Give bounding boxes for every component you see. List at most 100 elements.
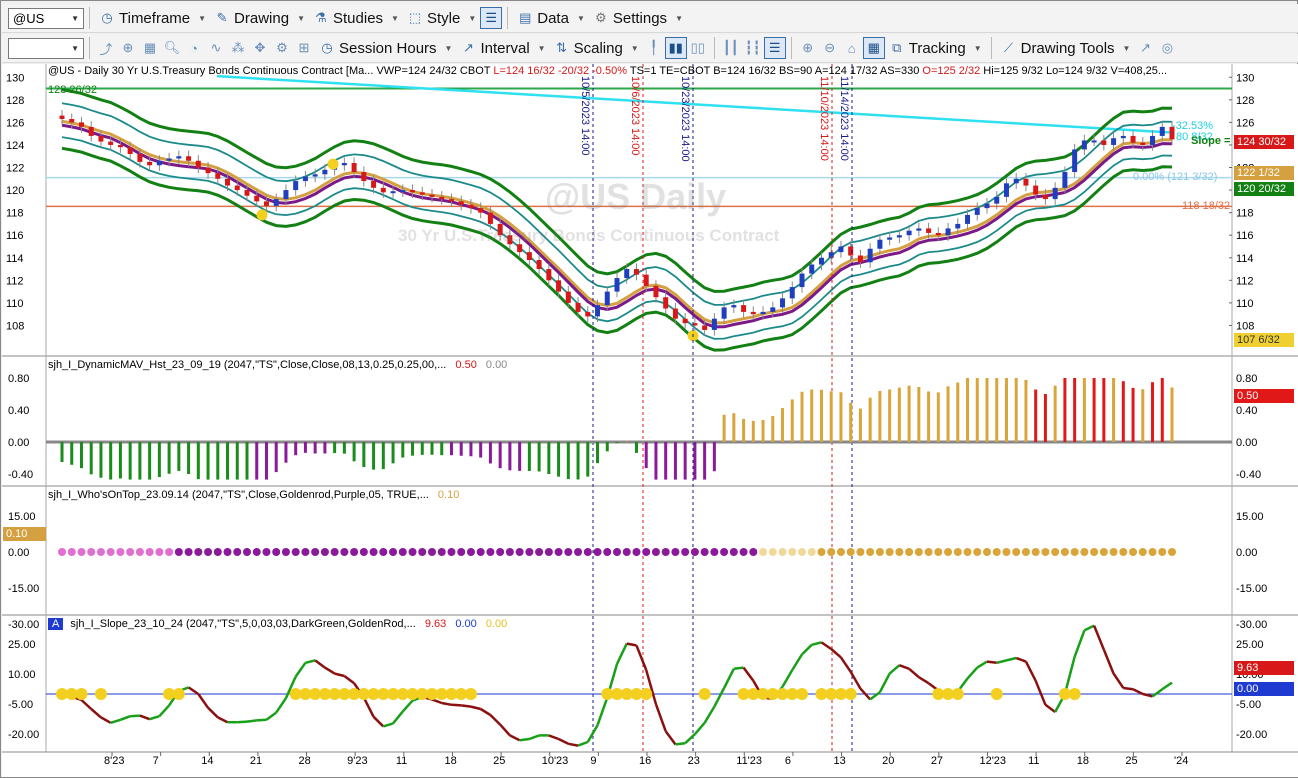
candle-body	[254, 195, 260, 202]
wot-dot	[340, 548, 349, 556]
dmav-tick-right: 0.80	[1236, 373, 1257, 385]
slope-segment	[1083, 624, 1095, 632]
red-level-label: 118 18/32	[1182, 200, 1231, 212]
wot-dot	[350, 548, 359, 556]
candle-body	[371, 181, 377, 188]
home-icon[interactable]: ⌂	[841, 37, 863, 59]
slope-segment	[1151, 688, 1164, 698]
panel-toggle-icon[interactable]: ☰	[763, 37, 786, 59]
wot-dot	[924, 548, 933, 556]
workspace-combo[interactable]: ▼	[8, 37, 84, 59]
candle-body	[770, 307, 776, 312]
slope-segment	[382, 722, 394, 728]
scaling-menu[interactable]: ⇅ Scaling ▼	[550, 36, 643, 60]
hlc-icon[interactable]: ┇┇	[742, 37, 764, 59]
candle-body	[361, 172, 367, 182]
analysis-icon[interactable]: ◎	[1156, 37, 1178, 59]
price-header-part-1: L=124 16/32 -20/32 -0.50%	[490, 65, 627, 77]
studies-label: Studies	[333, 9, 384, 27]
separator	[990, 37, 992, 59]
data-window-icon[interactable]: ▦	[862, 37, 885, 59]
slope-segment	[334, 672, 345, 678]
price-tag-low: 107 6/32	[1234, 333, 1294, 347]
x-tick-label: 14	[201, 755, 213, 767]
wot-dot	[1002, 548, 1011, 556]
slope-segment	[703, 705, 716, 724]
slope-segment	[519, 737, 530, 742]
wot-dot	[1060, 548, 1069, 556]
style-menu[interactable]: ⬚ Style ▼	[403, 6, 480, 30]
timeframe-menu[interactable]: ◷ Timeframe ▼	[95, 6, 210, 30]
wot-dot	[1051, 548, 1060, 556]
price-tag-gold: 122 1/32	[1234, 166, 1294, 180]
grid2-icon[interactable]: ⊞	[293, 37, 315, 59]
candle-body	[322, 169, 328, 175]
tracking-menu[interactable]: ⧉ Tracking ▼	[885, 36, 986, 60]
candle-body	[799, 273, 805, 288]
wot-dot	[690, 548, 699, 556]
candle-body	[575, 302, 581, 312]
x-tick-label: 8'23	[104, 755, 124, 767]
wot-dot	[204, 548, 213, 556]
drawing-tools-menu[interactable]: ⟋ Drawing Tools ▼	[997, 36, 1135, 60]
wot-dot	[96, 548, 105, 556]
slope-segment	[294, 662, 307, 678]
wot-dot	[398, 548, 407, 556]
slope-dot	[698, 688, 711, 700]
slope-segment	[489, 714, 502, 726]
candlestick-icon[interactable]: ▮▮	[664, 37, 687, 59]
chart-area[interactable]: 1301301281281261261241241221221201201181…	[2, 64, 1298, 777]
candle-body	[147, 161, 153, 166]
slope-segment	[401, 699, 414, 713]
price-tick-right: 110	[1236, 298, 1254, 310]
slope-tick-left: -5.00	[8, 699, 33, 711]
drawing-menu[interactable]: ✎ Drawing ▼	[210, 6, 309, 30]
study-badge[interactable]: A	[48, 618, 64, 630]
gauge-icon[interactable]: ◔	[183, 37, 205, 59]
slope-segment	[664, 730, 677, 746]
symbol-combo[interactable]: @US ▼	[8, 7, 84, 29]
style-label: Style	[426, 9, 461, 27]
candle-body	[1042, 194, 1048, 200]
draw-line-icon[interactable]: ∿	[205, 37, 227, 59]
chevron-down-icon: ▼	[1122, 43, 1131, 53]
settings-small-icon[interactable]: ⚙	[271, 37, 293, 59]
wot-dot	[885, 548, 894, 556]
wot-dot	[671, 548, 680, 556]
wot-dot	[1021, 548, 1030, 556]
data-menu[interactable]: ▤ Data ▼	[513, 6, 589, 30]
ohlc-icon[interactable]: ┃┃	[720, 37, 742, 59]
clock-icon: ◷	[101, 10, 113, 25]
studies-menu[interactable]: ⚗ Studies ▼	[309, 6, 403, 30]
wot-dot	[106, 548, 115, 556]
session-hours-menu[interactable]: ◷ Session Hours ▼	[315, 36, 456, 60]
zoom-in-icon[interactable]: ⊕	[797, 37, 819, 59]
wot-dot	[983, 548, 991, 556]
cursor-tool-icon[interactable]: ⤴	[95, 37, 117, 59]
hollow-candle-icon[interactable]: ▯▯	[687, 37, 709, 59]
x-tick-label: 11	[396, 755, 407, 767]
crosshair-tool-icon[interactable]: ⊕	[117, 37, 139, 59]
zoom-tool-icon[interactable]: 🔍︎	[161, 37, 183, 59]
trend-icon[interactable]: ↗	[1134, 37, 1156, 59]
grid-tool-icon[interactable]: ▦	[139, 37, 161, 59]
dmav-value-2: 0.00	[485, 359, 508, 371]
slope-segment	[217, 716, 229, 724]
bezier-icon[interactable]: ⁂	[227, 37, 249, 59]
chart-canvas[interactable]: 1301301281281261261241241221221201201181…	[2, 64, 1298, 777]
candle-body	[741, 305, 747, 312]
move-icon[interactable]: ✥	[249, 37, 271, 59]
bar-chart-icon[interactable]: ╿	[643, 37, 665, 59]
slope-segment	[441, 701, 452, 707]
wot-dot	[992, 548, 1001, 556]
slope-segment	[130, 714, 140, 718]
wot-dot	[1158, 548, 1167, 556]
layout-toggle-button[interactable]: ☰	[480, 7, 503, 29]
wot-dot	[807, 548, 816, 556]
wot-dot	[632, 548, 641, 556]
price-header-part-4: Hi=125 9/32 Lo=124 9/32 V=408,25...	[980, 65, 1168, 77]
zoom-out-icon[interactable]: ⊖	[819, 37, 841, 59]
slope-segment	[878, 673, 891, 693]
settings-menu[interactable]: ⚙ Settings ▼	[589, 6, 687, 30]
interval-menu[interactable]: ↗ Interval ▼	[456, 36, 549, 60]
